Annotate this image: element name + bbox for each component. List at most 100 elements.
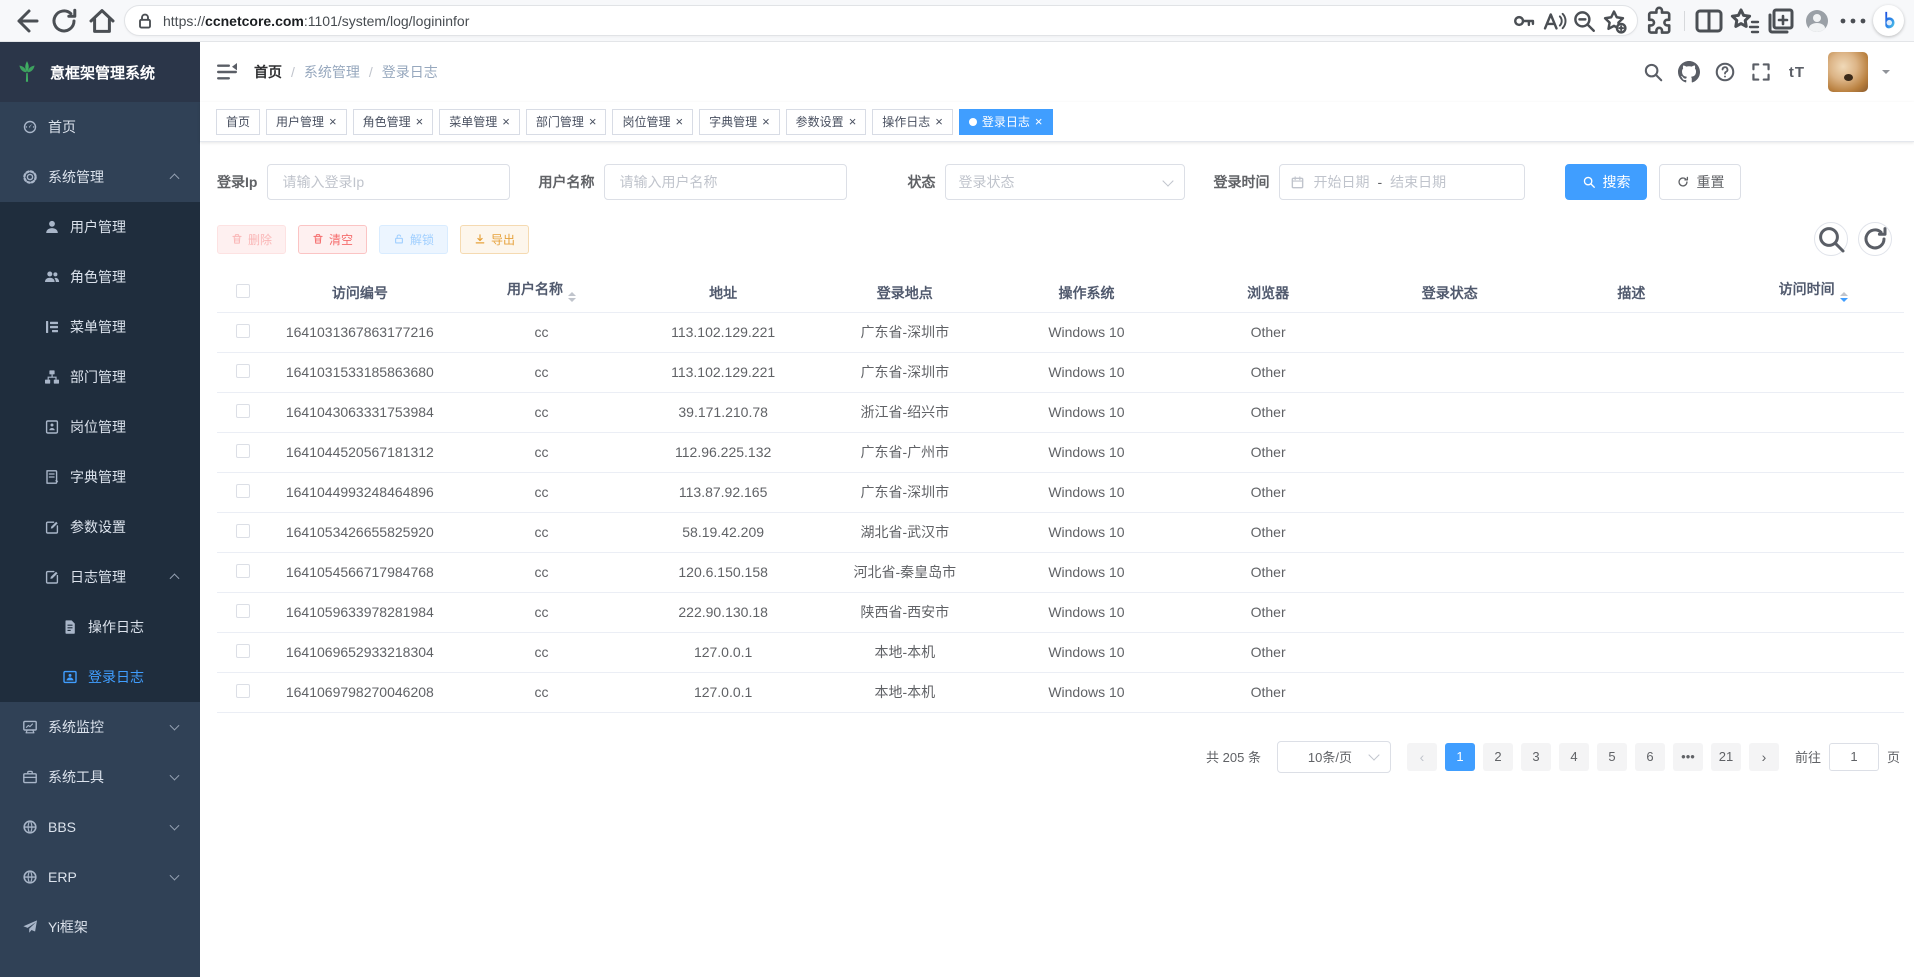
row-checkbox-cell[interactable] <box>217 432 269 472</box>
table-row[interactable]: 1641069798270046208cc127.0.0.1本地-本机Windo… <box>217 672 1904 712</box>
close-tab-icon[interactable]: × <box>762 115 770 128</box>
clear-button[interactable]: 清空 <box>298 225 367 254</box>
table-row[interactable]: 1641069652933218304cc127.0.0.1本地-本机Windo… <box>217 632 1904 672</box>
copilot-icon[interactable] <box>1873 5 1904 36</box>
login-ip-input[interactable] <box>267 164 510 200</box>
hamburger-icon[interactable] <box>216 62 238 82</box>
sidebar-item-monitor[interactable]: 系统监控 <box>0 702 200 752</box>
row-checkbox-cell[interactable] <box>217 352 269 392</box>
address-bar[interactable]: https://ccnetcore.com:1101/system/log/lo… <box>124 5 1638 36</box>
sidebar-item-badge[interactable]: 岗位管理 <box>0 402 200 452</box>
close-tab-icon[interactable]: × <box>329 115 337 128</box>
sidebar-item-gear[interactable]: 系统管理 <box>0 152 200 202</box>
breadcrumb-system[interactable]: 系统管理 <box>304 62 360 82</box>
page-button-4[interactable]: 4 <box>1559 743 1589 771</box>
page-button-3[interactable]: 3 <box>1521 743 1551 771</box>
user-avatar[interactable] <box>1828 52 1868 92</box>
url-text[interactable]: https://ccnetcore.com:1101/system/log/lo… <box>163 13 1503 29</box>
tab-首页[interactable]: 首页 <box>216 109 260 135</box>
row-checkbox-cell[interactable] <box>217 392 269 432</box>
collections-icon[interactable] <box>1765 5 1797 37</box>
checkbox[interactable] <box>236 604 250 618</box>
help-icon[interactable] <box>1714 61 1736 83</box>
more-pages-button[interactable]: ••• <box>1673 743 1703 771</box>
row-checkbox-cell[interactable] <box>217 592 269 632</box>
home-icon[interactable] <box>86 5 118 37</box>
status-select[interactable]: 登录状态 <box>945 164 1185 200</box>
font-size-icon[interactable]: tT <box>1786 61 1808 83</box>
row-checkbox-cell[interactable] <box>217 312 269 352</box>
sidebar-item-globe[interactable]: ERP <box>0 852 200 902</box>
close-tab-icon[interactable]: × <box>589 115 597 128</box>
tab-登录日志[interactable]: 登录日志× <box>959 109 1053 135</box>
row-checkbox-cell[interactable] <box>217 552 269 592</box>
tab-岗位管理[interactable]: 岗位管理× <box>612 109 693 135</box>
sidebar-item-user[interactable]: 用户管理 <box>0 202 200 252</box>
sidebar-item-tree[interactable]: 部门管理 <box>0 352 200 402</box>
fullscreen-icon[interactable] <box>1750 61 1772 83</box>
checkbox[interactable] <box>236 364 250 378</box>
toggle-search-button[interactable] <box>1814 222 1848 256</box>
tab-部门管理[interactable]: 部门管理× <box>526 109 607 135</box>
reset-button[interactable]: 重置 <box>1659 164 1741 200</box>
sidebar-item-image[interactable]: 登录日志 <box>0 652 200 702</box>
page-button-2[interactable]: 2 <box>1483 743 1513 771</box>
row-checkbox-cell[interactable] <box>217 632 269 672</box>
checkbox[interactable] <box>236 564 250 578</box>
page-size-select[interactable]: 10条/页 <box>1277 741 1391 773</box>
next-page-button[interactable]: › <box>1749 743 1779 771</box>
sidebar-item-doc[interactable]: 操作日志 <box>0 602 200 652</box>
tab-角色管理[interactable]: 角色管理× <box>353 109 434 135</box>
favorites-icon[interactable] <box>1729 5 1761 37</box>
github-icon[interactable] <box>1678 61 1700 83</box>
checkbox[interactable] <box>236 644 250 658</box>
table-row[interactable]: 1641054566717984768cc120.6.150.158河北省-秦皇… <box>217 552 1904 592</box>
page-button-1[interactable]: 1 <box>1445 743 1475 771</box>
tab-字典管理[interactable]: 字典管理× <box>699 109 780 135</box>
tab-用户管理[interactable]: 用户管理× <box>266 109 347 135</box>
column-header-用户名称[interactable]: 用户名称 <box>451 274 633 312</box>
user-name-input[interactable] <box>604 164 847 200</box>
sidebar-item-toolbox[interactable]: 系统工具 <box>0 752 200 802</box>
page-button-5[interactable]: 5 <box>1597 743 1627 771</box>
split-screen-icon[interactable] <box>1693 5 1725 37</box>
sort-caret-icon[interactable] <box>1840 288 1848 306</box>
close-tab-icon[interactable]: × <box>849 115 857 128</box>
row-checkbox-cell[interactable] <box>217 472 269 512</box>
checkbox[interactable] <box>236 404 250 418</box>
checkbox[interactable] <box>236 284 250 298</box>
breadcrumb-home[interactable]: 首页 <box>254 62 282 82</box>
refresh-table-button[interactable] <box>1858 222 1892 256</box>
export-button[interactable]: 导出 <box>460 225 529 254</box>
sidebar-item-edit[interactable]: 参数设置 <box>0 502 200 552</box>
sort-caret-icon[interactable] <box>568 288 576 306</box>
row-checkbox-cell[interactable] <box>217 512 269 552</box>
table-row[interactable]: 1641044520567181312cc112.96.225.132广东省-广… <box>217 432 1904 472</box>
row-checkbox-cell[interactable] <box>217 672 269 712</box>
checkbox[interactable] <box>236 444 250 458</box>
sidebar-item-send[interactable]: Yi框架 <box>0 902 200 952</box>
zoom-out-icon[interactable] <box>1571 5 1597 37</box>
refresh-icon[interactable] <box>48 5 80 37</box>
sidebar-item-globe[interactable]: BBS <box>0 802 200 852</box>
sidebar-item-dashboard[interactable]: 首页 <box>0 102 200 152</box>
more-icon[interactable] <box>1837 5 1869 37</box>
sidebar-item-users[interactable]: 角色管理 <box>0 252 200 302</box>
tab-参数设置[interactable]: 参数设置× <box>786 109 867 135</box>
table-row[interactable]: 1641031533185863680cc113.102.129.221广东省-… <box>217 352 1904 392</box>
checkbox[interactable] <box>236 484 250 498</box>
unlock-button[interactable]: 解锁 <box>379 225 448 254</box>
extensions-icon[interactable] <box>1644 5 1676 37</box>
checkbox[interactable] <box>236 684 250 698</box>
select-all-checkbox[interactable] <box>217 274 269 312</box>
avatar-caret-icon[interactable] <box>1882 70 1890 78</box>
delete-button[interactable]: 删除 <box>217 225 286 254</box>
column-header-访问时间[interactable]: 访问时间 <box>1722 274 1904 312</box>
back-icon[interactable] <box>10 5 42 37</box>
page-button-21[interactable]: 21 <box>1711 743 1741 771</box>
prev-page-button[interactable]: ‹ <box>1407 743 1437 771</box>
table-row[interactable]: 1641043063331753984cc39.171.210.78浙江省-绍兴… <box>217 392 1904 432</box>
close-tab-icon[interactable]: × <box>416 115 424 128</box>
table-row[interactable]: 1641053426655825920cc58.19.42.209湖北省-武汉市… <box>217 512 1904 552</box>
page-button-6[interactable]: 6 <box>1635 743 1665 771</box>
